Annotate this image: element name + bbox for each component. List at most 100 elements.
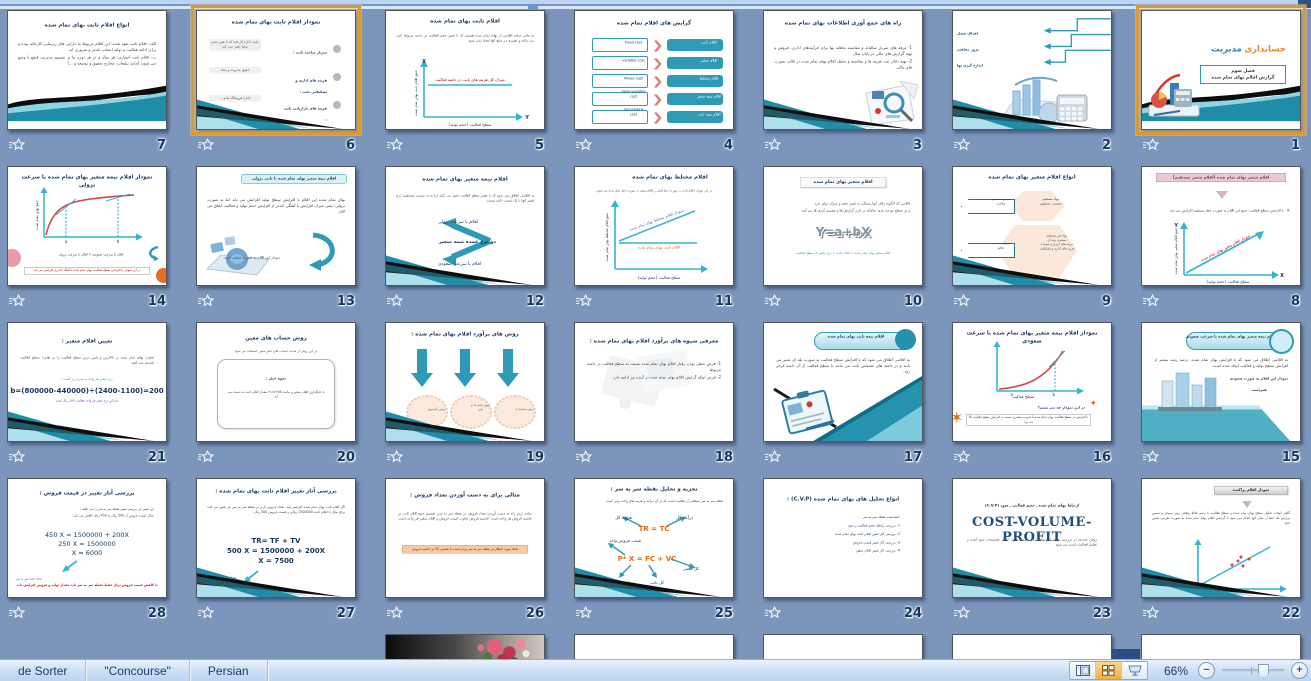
powerpoint-slide-sorter-window: حسابداری مدیریت فصل سوم گزارش اقلام بهای…: [0, 0, 1311, 681]
animation-star-icon[interactable]: [953, 606, 970, 620]
zoom-percent-label[interactable]: 66%: [1158, 664, 1188, 678]
slide-cell: گرایش های اقلام تمام شده اقلام ثابت ❮ Fi…: [574, 10, 734, 154]
clipboard-image: [772, 383, 850, 439]
chevron-left-icon: ❮: [651, 111, 663, 124]
slide-thumbnail[interactable]: اقلام نیمه متغیر بهای تمام شده به اقلامی…: [385, 166, 545, 286]
slide-thumbnail[interactable]: روش های برآورد اقلام بهای تمام شده : روش…: [385, 322, 545, 442]
slide-thumbnail[interactable]: بررسی آثار تغییر اقلام ثابت بهای تمام شد…: [196, 478, 356, 598]
highlight-box: تعداد مورد انتظار در نقطه سر به سر برابر…: [402, 545, 528, 554]
zoom-slider-tick: [1251, 667, 1252, 674]
slide-paragraph: اقلامی که الگوی رفتار آنها بستگی به تغیی…: [776, 201, 910, 206]
slide-thumbnail[interactable]: انواع اقلام ثابت بهای تمام شده الف- اقلا…: [7, 10, 167, 130]
animation-star-icon[interactable]: [386, 606, 403, 620]
slide-thumbnail[interactable]: اهداف فصلمرور مفاهیماندازه گیری بها: [952, 10, 1112, 130]
animation-star-icon[interactable]: [197, 138, 214, 152]
animation-star-icon[interactable]: [386, 450, 403, 464]
animation-star-icon[interactable]: [764, 450, 781, 464]
svg-text:a: a: [65, 239, 68, 244]
animation-star-icon[interactable]: [8, 294, 25, 308]
slide-thumbnail[interactable]: اقلام مختلط بهای تمام شده در این نمودار …: [574, 166, 734, 286]
teal-wedge-decoration: [953, 11, 1111, 129]
formula-text: Y=a+bX: [764, 225, 922, 239]
slide-thumbnail[interactable]: انواع اقلام متغیر بهای تمام شده مواد مست…: [952, 166, 1112, 286]
slide-thumbnail[interactable]: راه های جمع آوری اطلاعات بهای تمام شده 1…: [763, 10, 923, 130]
animation-star-icon[interactable]: [764, 606, 781, 620]
animation-star-icon[interactable]: [1142, 606, 1159, 620]
slide-thumbnail[interactable]: گرایش های اقلام تمام شده اقلام ثابت ❮ Fi…: [574, 10, 734, 130]
animation-star-icon[interactable]: [575, 606, 592, 620]
pink-circle-decoration: [7, 249, 21, 267]
animation-star-icon[interactable]: [575, 138, 592, 152]
animation-star-icon[interactable]: [197, 294, 214, 308]
animation-star-icon[interactable]: [953, 294, 970, 308]
slide-thumbnail[interactable]: ارتباط بهای تمام شده ـ حجم فعالیت ـ سود …: [952, 478, 1112, 598]
animation-star-icon[interactable]: [764, 138, 781, 152]
list-item: حساسیت نقطه سر به سر: [778, 515, 900, 520]
slide-title: مثالی برای به دست آوردن تعداد فروش :: [396, 491, 534, 499]
slide-thumbnail[interactable]: نمودار اقلام پراکنده گاهی اوقات تحلیل سط…: [1141, 478, 1301, 598]
animation-star-icon[interactable]: [1142, 138, 1159, 152]
animation-star-icon[interactable]: [8, 138, 25, 152]
slide-number: 2: [1102, 138, 1111, 153]
slide-cell: بررسی آثار تغییر در قیمت فروش : این تغیی…: [7, 478, 167, 622]
animation-star-icon[interactable]: [953, 138, 970, 152]
slide-thumbnail[interactable]: انواع تحلیل های بهای تمام شده (C.V.P) : …: [763, 478, 923, 598]
slide-thumbnail[interactable]: نمودار اقلام نیمه متغیر بهای تمام شده با…: [952, 322, 1112, 442]
slide-thumbnail[interactable]: نمودار اقلام نیمه متغیر بهای تمام شده با…: [7, 166, 167, 286]
slide-thumbnail[interactable]: نمودار اقلام ثابت بهای تمام شده سربار سا…: [196, 10, 356, 130]
slide-thumbnail[interactable]: حسابداری مدیریت فصل سوم گزارش اقلام بهای…: [1141, 10, 1301, 130]
slide-cell: اقلام مختلط بهای تمام شده در این نمودار …: [574, 166, 734, 310]
slide-cell: اقلام متغیر بهای تمام شده اقلامی که الگو…: [763, 166, 923, 310]
animation-star-icon[interactable]: [197, 450, 214, 464]
normal-view-button[interactable]: [1070, 662, 1096, 679]
slide-sorter-view-button[interactable]: [1096, 662, 1122, 679]
slide-footer: 8: [1141, 292, 1301, 310]
zoom-slider[interactable]: [1222, 669, 1284, 672]
zoom-slider-thumb[interactable]: [1258, 664, 1269, 679]
animation-star-icon[interactable]: [8, 606, 25, 620]
slide-thumbnail[interactable]: اقلام نیمه متغیر بهای تمام شده با سرعت ص…: [1141, 322, 1301, 442]
slide-thumbnail[interactable]: تعیین اقلام متغیر : تفاوت بهای تمام شده …: [7, 322, 167, 442]
slide-show-view-button[interactable]: [1122, 662, 1147, 679]
animation-star-icon[interactable]: [953, 450, 970, 464]
slide-number: 21: [148, 450, 166, 465]
slide-thumbnail[interactable]: بررسی آثار تغییر در قیمت فروش : این تغیی…: [7, 478, 167, 598]
teal-wedge-decoration: [764, 11, 922, 129]
animation-star-icon[interactable]: [764, 294, 781, 308]
slide-thumbnail[interactable]: روش حساب های معین در این روش از مانده حس…: [196, 322, 356, 442]
animation-star-icon[interactable]: [1142, 294, 1159, 308]
decreasing-rate-chart: a b جمع بهای تمام شده: [8, 185, 166, 245]
animation-star-icon[interactable]: [575, 450, 592, 464]
slide-thumbnail[interactable]: اقلام متغیر بهای تمام شده اقلامی که الگو…: [763, 166, 923, 286]
status-language-label[interactable]: Persian: [190, 660, 267, 681]
animation-star-icon[interactable]: [8, 450, 25, 464]
slide-thumbnail[interactable]: اقلام نیمه ثابت بهای تمام شده به اقلامی …: [763, 322, 923, 442]
slide-cell: اقلام ثابت بهای تمام شده به بیانی ساده ا…: [385, 10, 545, 154]
slide-thumbnail[interactable]: مثالی برای به دست آوردن تعداد فروش : ساد…: [385, 478, 545, 598]
cost-type-en-box: Semi-Fixed cost: [592, 110, 648, 124]
slide-thumbnail[interactable]: تجزیه و تحلیل نقطه سر به سر : نقطه سر به…: [574, 478, 734, 598]
animation-star-icon[interactable]: [386, 138, 403, 152]
slide-thumbnail[interactable]: معرفی شیوه های برآورد اقلام بهای تمام شد…: [574, 322, 734, 442]
slide-title: گرایش های اقلام تمام شده: [583, 19, 725, 27]
formula-line: 250 X = 1500000: [8, 540, 166, 548]
chart-caption: نمودار این اقلام به صورت منحنی است: [224, 255, 280, 259]
cost-type-pill: اقلام مختلط: [667, 75, 723, 87]
animation-star-icon[interactable]: [197, 606, 214, 620]
animation-star-icon[interactable]: [1142, 450, 1159, 464]
animation-star-icon[interactable]: [575, 294, 592, 308]
zoom-in-button[interactable]: +: [1291, 662, 1308, 679]
status-theme-label[interactable]: "Concourse": [86, 660, 189, 681]
status-view-label[interactable]: de Sorter: [0, 660, 85, 681]
slide-footer: 16: [952, 448, 1112, 466]
list-item: 4- بررسی آثار تغییر اقلام متغیر: [778, 549, 900, 554]
slide-cell: مثالی برای به دست آوردن تعداد فروش : ساد…: [385, 478, 545, 622]
slide-thumbnail[interactable]: اقلام نیمه متغیر بهای تمام شده با ثابت ن…: [196, 166, 356, 286]
slide-footer: 22: [1141, 604, 1301, 622]
animation-star-icon[interactable]: [386, 294, 403, 308]
slide-thumbnail[interactable]: اقلام متغیر بهای تمام شده (اقلام متغیر م…: [1141, 166, 1301, 286]
slide-cell: انواع تحلیل های بهای تمام شده (C.V.P) : …: [763, 478, 923, 622]
slide-thumbnail[interactable]: اقلام ثابت بهای تمام شده به بیانی ساده ا…: [385, 10, 545, 130]
scrollbar-fragment[interactable]: [1298, 0, 1311, 8]
zoom-out-button[interactable]: −: [1198, 662, 1215, 679]
